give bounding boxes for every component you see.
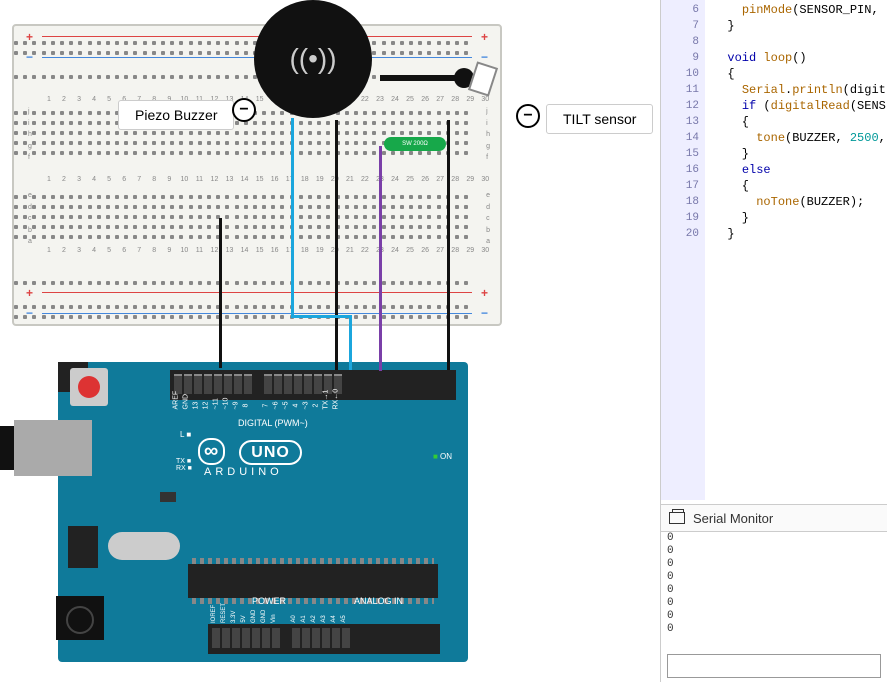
piezo-buzzer[interactable]: ((•)) <box>254 0 372 118</box>
regulator <box>68 526 98 568</box>
power-label: POWER <box>252 596 286 606</box>
analog-label: ANALOG IN <box>354 596 403 606</box>
arduino-logo: ∞UNO <box>198 438 302 465</box>
wire-gnd[interactable] <box>219 218 222 368</box>
resistor[interactable]: SW 200Ω <box>384 137 446 151</box>
wire-black-2[interactable] <box>335 120 338 370</box>
tilt-label: TILT sensor <box>546 104 653 134</box>
wire-purple[interactable] <box>379 146 382 371</box>
sound-icon: ((•)) <box>289 43 336 75</box>
barrel-jack <box>56 596 104 640</box>
piezo-label: Piezo Buzzer <box>118 100 234 130</box>
power-analog-header[interactable] <box>208 624 440 654</box>
code-content[interactable]: pinMode(SENSOR_PIN, } void loop() { Seri… <box>705 0 887 242</box>
line-numbers: 67891011121314151617181920 <box>661 0 705 500</box>
monitor-icon <box>669 512 685 524</box>
wire-blue[interactable] <box>291 118 294 316</box>
tilt-sensor[interactable] <box>380 64 480 98</box>
crystal <box>108 532 180 560</box>
atmega-chip <box>188 564 438 598</box>
component-1 <box>160 492 176 502</box>
wire-blue-h[interactable] <box>291 315 351 318</box>
wire-black-3[interactable] <box>447 120 450 370</box>
negative-badge: − <box>232 98 256 122</box>
arduino-uno[interactable]: AREFGND1312~11~10~987~6~54~32TX→1RX←0 DI… <box>58 362 468 662</box>
code-editor[interactable]: 67891011121314151617181920 pinMode(SENSO… <box>661 0 887 500</box>
serial-output: 00000000 <box>667 532 881 642</box>
power-led: ON <box>433 452 452 461</box>
reset-button[interactable] <box>70 368 108 406</box>
serial-input[interactable] <box>667 654 881 678</box>
led-l: L ■ <box>180 430 191 439</box>
code-panel: 67891011121314151617181920 pinMode(SENSO… <box>660 0 887 682</box>
serial-title: Serial Monitor <box>693 511 773 526</box>
serial-monitor-header[interactable]: Serial Monitor <box>661 504 887 532</box>
digital-label: DIGITAL (PWM~) <box>238 418 308 428</box>
wire-blue-2[interactable] <box>349 315 352 370</box>
circuit-canvas[interactable]: +− +− +− +− 1234567891011121314151617181… <box>0 0 660 682</box>
arduino-brand: ARDUINO <box>204 466 283 478</box>
usb-port <box>14 420 92 476</box>
negative-badge-2: − <box>516 104 540 128</box>
digital-pin-header[interactable] <box>170 370 456 400</box>
tx-rx-label: TX ■RX ■ <box>176 458 192 472</box>
